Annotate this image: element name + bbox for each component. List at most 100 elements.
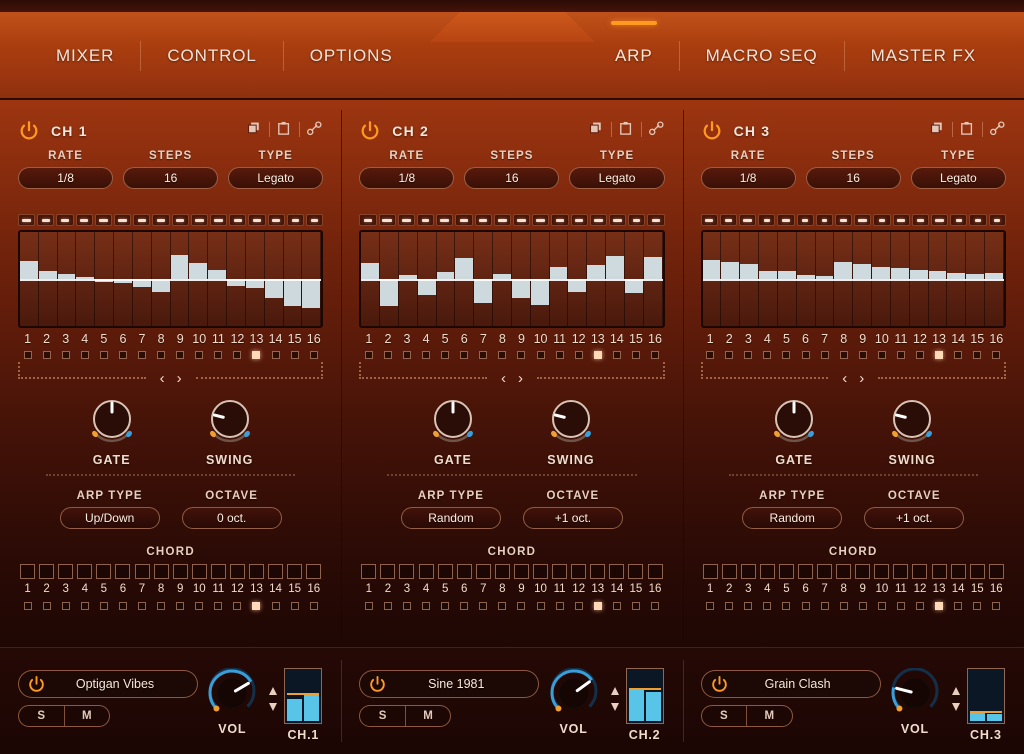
step-indicator-dot[interactable]: [157, 351, 165, 359]
preset-power-button[interactable]: [368, 675, 387, 694]
chord-indicator-dot[interactable]: [575, 602, 583, 610]
gate-cell[interactable]: [268, 214, 285, 226]
volume-stepper[interactable]: [950, 686, 962, 717]
chord-checkbox[interactable]: [361, 564, 376, 579]
gate-cell[interactable]: [739, 214, 756, 226]
chord-indicator-dot[interactable]: [651, 602, 659, 610]
chord-indicator-dot[interactable]: [195, 602, 203, 610]
chord-checkbox[interactable]: [703, 564, 718, 579]
chord-indicator-dot[interactable]: [100, 602, 108, 610]
step-indicator-dot[interactable]: [517, 351, 525, 359]
volume-stepper[interactable]: [609, 686, 621, 717]
chord-checkbox[interactable]: [552, 564, 567, 579]
chord-checkbox[interactable]: [268, 564, 283, 579]
gate-cell[interactable]: [590, 214, 607, 226]
step-indicator-dot[interactable]: [403, 351, 411, 359]
step-indicator-dot[interactable]: [498, 351, 506, 359]
arp-arp-type-value[interactable]: Random: [742, 507, 842, 529]
chord-indicator-dot[interactable]: [916, 602, 924, 610]
chord-checkbox[interactable]: [609, 564, 624, 579]
gate-cell[interactable]: [37, 214, 54, 226]
chord-indicator-dot[interactable]: [706, 602, 714, 610]
preset-selector[interactable]: Grain Clash: [701, 670, 881, 698]
step-indicator-dot[interactable]: [81, 351, 89, 359]
solo-button[interactable]: S: [19, 706, 65, 726]
solo-button[interactable]: S: [360, 706, 406, 726]
gate-cell[interactable]: [854, 214, 871, 226]
step-indicator-dot[interactable]: [214, 351, 222, 359]
chord-indicator-dot[interactable]: [176, 602, 184, 610]
knob-swing-dial[interactable]: [886, 394, 938, 446]
param-value-steps[interactable]: 16: [806, 167, 901, 189]
chord-checkbox[interactable]: [571, 564, 586, 579]
chord-indicator-dot[interactable]: [233, 602, 241, 610]
gate-cell[interactable]: [989, 214, 1006, 226]
gate-cell[interactable]: [494, 214, 511, 226]
chord-checkbox[interactable]: [989, 564, 1004, 579]
chord-indicator-dot[interactable]: [422, 602, 430, 610]
step-indicator-dot[interactable]: [252, 351, 260, 359]
gate-cell[interactable]: [210, 214, 227, 226]
paste-icon[interactable]: [959, 120, 976, 138]
step-indicator-dot[interactable]: [859, 351, 867, 359]
step-indicator-dot[interactable]: [954, 351, 962, 359]
tab-arp[interactable]: ARP: [589, 33, 679, 79]
chord-checkbox[interactable]: [249, 564, 264, 579]
chord-indicator-dot[interactable]: [725, 602, 733, 610]
chord-checkbox[interactable]: [306, 564, 321, 579]
gate-cell[interactable]: [455, 214, 472, 226]
gate-cell[interactable]: [835, 214, 852, 226]
chord-checkbox[interactable]: [230, 564, 245, 579]
chord-indicator-dot[interactable]: [992, 602, 1000, 610]
chord-checkbox[interactable]: [912, 564, 927, 579]
step-indicator-dot[interactable]: [233, 351, 241, 359]
tab-control[interactable]: CONTROL: [141, 33, 282, 79]
power-button[interactable]: [18, 120, 40, 142]
param-value-steps[interactable]: 16: [464, 167, 559, 189]
chord-checkbox[interactable]: [192, 564, 207, 579]
chord-checkbox[interactable]: [741, 564, 756, 579]
step-indicator-dot[interactable]: [556, 351, 564, 359]
step-indicator-dot[interactable]: [992, 351, 1000, 359]
step-indicator-dot[interactable]: [613, 351, 621, 359]
mute-button[interactable]: M: [65, 706, 110, 726]
gate-cell[interactable]: [172, 214, 189, 226]
step-indicator-dot[interactable]: [973, 351, 981, 359]
step-indicator-dot[interactable]: [43, 351, 51, 359]
chord-indicator-dot[interactable]: [272, 602, 280, 610]
tab-master-fx[interactable]: MASTER FX: [845, 33, 1002, 79]
chord-indicator-dot[interactable]: [840, 602, 848, 610]
next-pattern-arrow[interactable]: ›: [859, 371, 864, 386]
prev-pattern-arrow[interactable]: ‹: [160, 371, 165, 386]
gate-cell[interactable]: [609, 214, 626, 226]
gate-cell[interactable]: [950, 214, 967, 226]
chord-checkbox[interactable]: [514, 564, 529, 579]
gate-cell[interactable]: [248, 214, 265, 226]
chord-checkbox[interactable]: [154, 564, 169, 579]
preset-selector[interactable]: Sine 1981: [359, 670, 539, 698]
step-indicator-dot[interactable]: [138, 351, 146, 359]
link-icon[interactable]: [306, 120, 323, 138]
gate-cell[interactable]: [475, 214, 492, 226]
chord-checkbox[interactable]: [20, 564, 35, 579]
chord-checkbox[interactable]: [495, 564, 510, 579]
step-indicator-dot[interactable]: [782, 351, 790, 359]
chord-checkbox[interactable]: [211, 564, 226, 579]
param-value-type[interactable]: Legato: [911, 167, 1006, 189]
gate-cell[interactable]: [287, 214, 304, 226]
step-indicator-dot[interactable]: [119, 351, 127, 359]
gate-cell[interactable]: [893, 214, 910, 226]
gate-cell[interactable]: [133, 214, 150, 226]
step-indicator-dot[interactable]: [594, 351, 602, 359]
next-pattern-arrow[interactable]: ›: [177, 371, 182, 386]
step-indicator-dot[interactable]: [916, 351, 924, 359]
power-button[interactable]: [359, 120, 381, 142]
gate-cell[interactable]: [379, 214, 396, 226]
chord-indicator-dot[interactable]: [43, 602, 51, 610]
tab-mixer[interactable]: MIXER: [30, 33, 140, 79]
chord-checkbox[interactable]: [287, 564, 302, 579]
gate-cell[interactable]: [229, 214, 246, 226]
power-button[interactable]: [701, 120, 723, 142]
chord-checkbox[interactable]: [476, 564, 491, 579]
step-indicator-dot[interactable]: [272, 351, 280, 359]
